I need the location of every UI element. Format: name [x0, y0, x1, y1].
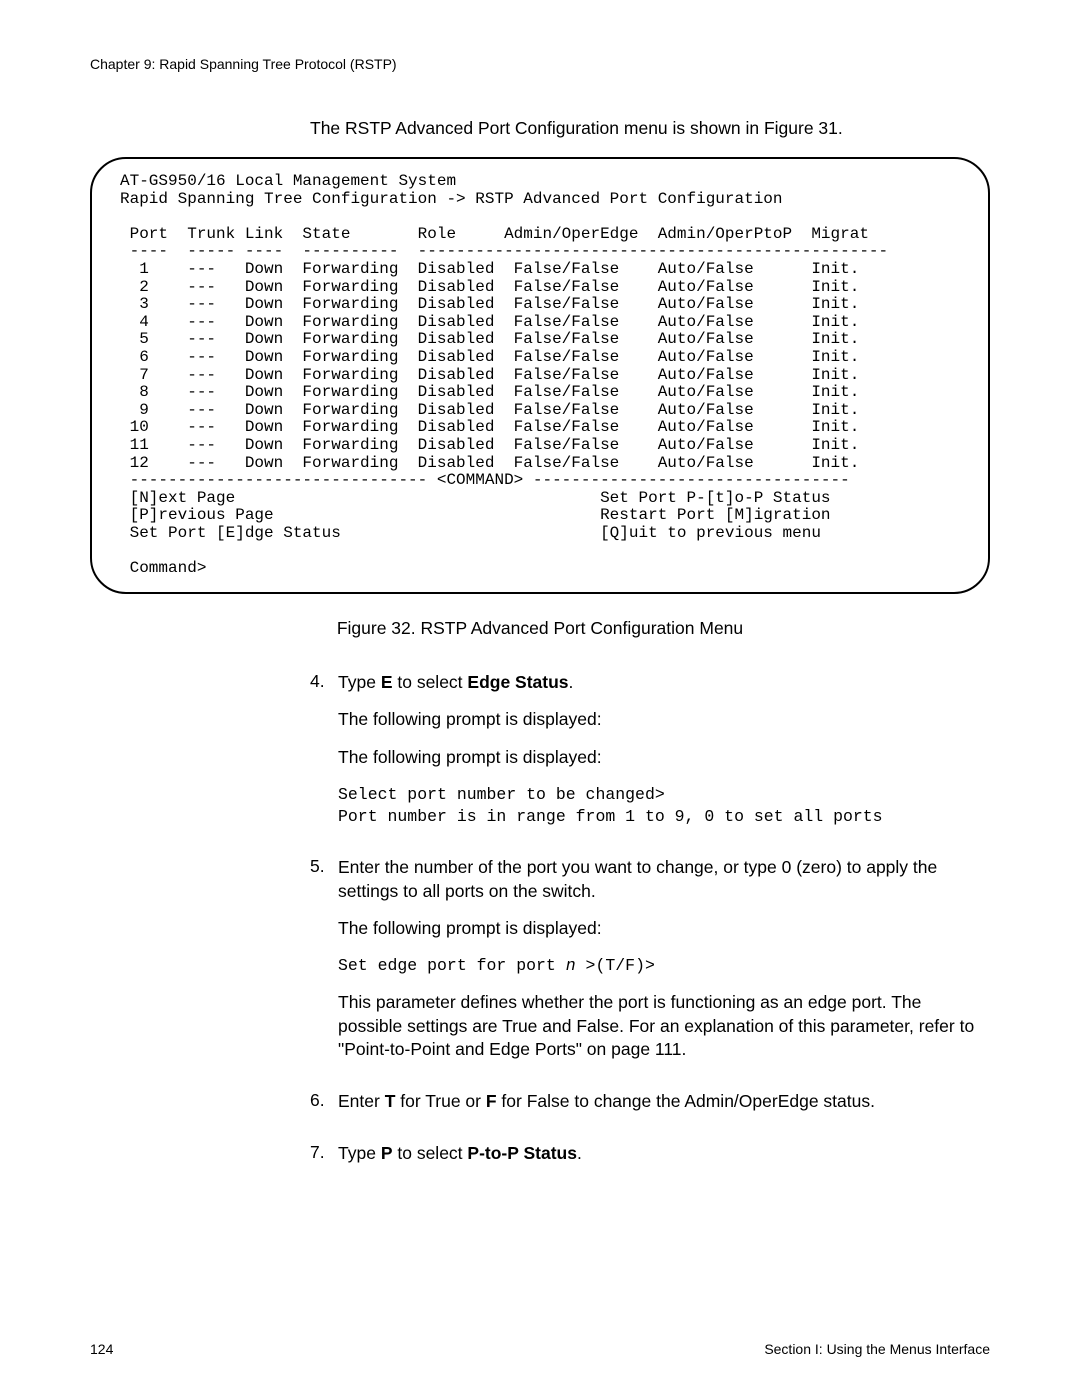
step-body: Enter the number of the port you want to… — [338, 856, 990, 1076]
text: . — [569, 672, 574, 692]
step-6: 6. Enter T for True or F for False to ch… — [310, 1090, 990, 1128]
text: This parameter defines whether the port … — [338, 991, 990, 1062]
step-4: 4. Type E to select Edge Status. The fol… — [310, 671, 990, 842]
key-p: P — [381, 1143, 393, 1163]
terminal-output: AT-GS950/16 Local Management System Rapi… — [120, 173, 968, 578]
step-body: Type P to select P-to-P Status. — [338, 1142, 990, 1180]
text: Enter the number of the port you want to… — [338, 856, 990, 903]
figure-caption: Figure 32. RSTP Advanced Port Configurat… — [90, 618, 990, 639]
step-number: 7. — [310, 1142, 338, 1180]
chapter-header: Chapter 9: Rapid Spanning Tree Protocol … — [90, 56, 990, 72]
page: Chapter 9: Rapid Spanning Tree Protocol … — [0, 0, 1080, 1233]
section-label: Section I: Using the Menus Interface — [764, 1341, 990, 1357]
text: The following prompt is displayed: — [338, 708, 990, 732]
key-f: F — [486, 1091, 497, 1111]
text: The following prompt is displayed: — [338, 746, 990, 770]
text: Enter — [338, 1091, 385, 1111]
instruction-steps: 4. Type E to select Edge Status. The fol… — [310, 671, 990, 1180]
option-edge-status: Edge Status — [467, 672, 568, 692]
prompt-output: Select port number to be changed> Port n… — [338, 784, 990, 829]
text: The following prompt is displayed: — [338, 917, 990, 941]
step-body: Type E to select Edge Status. The follow… — [338, 671, 990, 842]
text: to select — [393, 1143, 468, 1163]
text: for True or — [395, 1091, 485, 1111]
text: . — [577, 1143, 582, 1163]
key-t: T — [385, 1091, 396, 1111]
text: Type — [338, 1143, 381, 1163]
page-footer: 124 Section I: Using the Menus Interface — [90, 1341, 990, 1357]
key-e: E — [381, 672, 393, 692]
step-number: 6. — [310, 1090, 338, 1128]
option-ptop-status: P-to-P Status — [467, 1143, 577, 1163]
step-number: 5. — [310, 856, 338, 1076]
step-5: 5. Enter the number of the port you want… — [310, 856, 990, 1076]
terminal-window: AT-GS950/16 Local Management System Rapi… — [90, 157, 990, 594]
text: for False to change the Admin/OperEdge s… — [497, 1091, 875, 1111]
step-body: Enter T for True or F for False to chang… — [338, 1090, 990, 1128]
page-number: 124 — [90, 1341, 113, 1357]
step-number: 4. — [310, 671, 338, 842]
text: Type — [338, 672, 381, 692]
prompt-output: Set edge port for port n >(T/F)> — [338, 955, 990, 977]
step-7: 7. Type P to select P-to-P Status. — [310, 1142, 990, 1180]
intro-text: The RSTP Advanced Port Configuration men… — [310, 118, 990, 139]
text: to select — [393, 672, 468, 692]
